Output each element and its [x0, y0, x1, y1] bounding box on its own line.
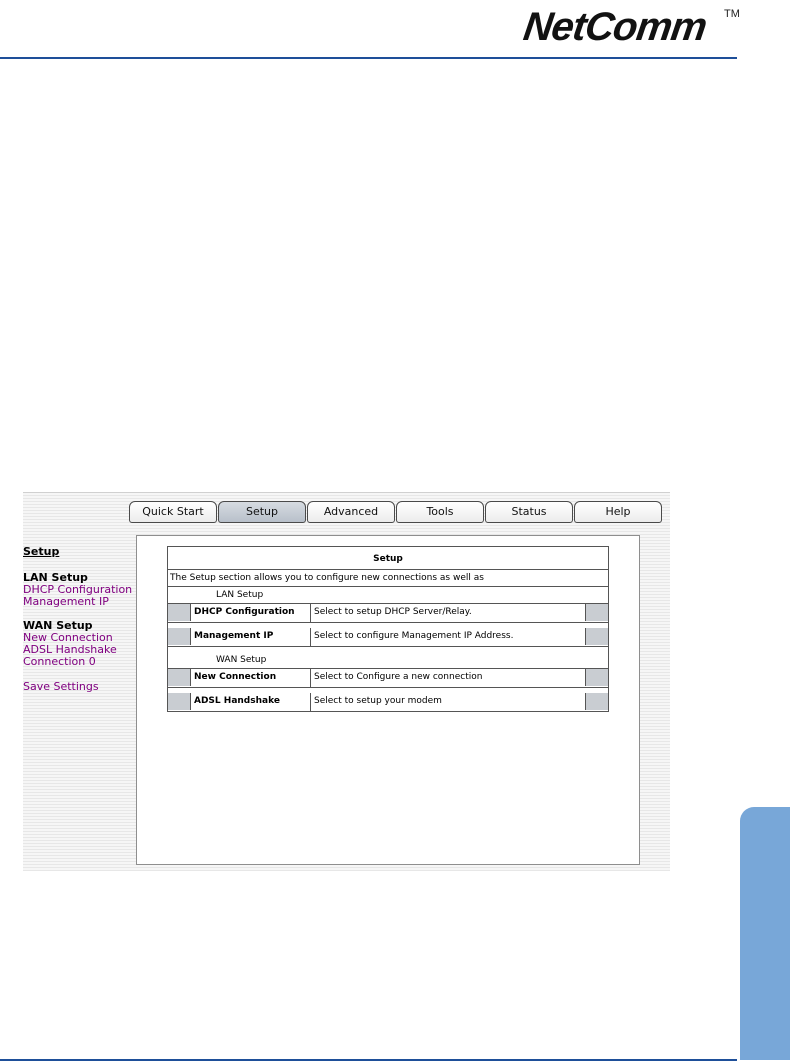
- table-title: Setup: [167, 546, 609, 570]
- tab-tools[interactable]: Tools: [396, 501, 484, 523]
- main-tab-bar: Quick Start Setup Advanced Tools Status …: [129, 501, 663, 523]
- row-marker-right: [585, 628, 608, 645]
- tab-setup[interactable]: Setup: [218, 501, 306, 523]
- table-row-management-ip[interactable]: Management IP Select to configure Manage…: [167, 628, 609, 647]
- row-label[interactable]: Management IP: [191, 628, 311, 646]
- trademark-symbol: TM: [724, 8, 740, 20]
- table-row-adsl-handshake[interactable]: ADSL Handshake Select to setup your mode…: [167, 693, 609, 712]
- header-rule: [0, 57, 737, 59]
- table-description: The Setup section allows you to configur…: [167, 570, 609, 587]
- row-marker-right: [585, 693, 608, 710]
- table-row-dhcp-configuration[interactable]: DHCP Configuration Select to setup DHCP …: [167, 604, 609, 623]
- row-label[interactable]: New Connection: [191, 669, 311, 687]
- sidebar-item-management-ip[interactable]: Management IP: [23, 596, 135, 608]
- row-description: Select to configure Management IP Addres…: [314, 631, 514, 641]
- sidebar-item-connection-0[interactable]: Connection 0: [23, 656, 135, 668]
- sidebar: Setup LAN Setup DHCP Configuration Manag…: [23, 545, 135, 693]
- row-description: Select to setup your modem: [314, 696, 442, 706]
- setup-table: Setup The Setup section allows you to co…: [167, 546, 609, 712]
- row-marker-right: [585, 669, 608, 686]
- row-marker-left: [168, 628, 191, 645]
- tab-advanced[interactable]: Advanced: [307, 501, 395, 523]
- sidebar-group-lan: LAN Setup DHCP Configuration Management …: [23, 572, 135, 608]
- table-row-new-connection[interactable]: New Connection Select to Configure a new…: [167, 669, 609, 688]
- footer-rule: [0, 1059, 737, 1061]
- row-marker-left: [168, 693, 191, 710]
- tab-help[interactable]: Help: [574, 501, 662, 523]
- row-marker-right: [585, 604, 608, 621]
- section-wan-setup: WAN Setup: [167, 652, 609, 669]
- section-lan-setup: LAN Setup: [167, 587, 609, 604]
- row-label[interactable]: ADSL Handshake: [191, 693, 311, 711]
- sidebar-item-save-settings[interactable]: Save Settings: [23, 680, 135, 693]
- row-marker-left: [168, 604, 191, 621]
- router-setup-screenshot: Quick Start Setup Advanced Tools Status …: [23, 492, 670, 871]
- section-side-tab: [740, 807, 790, 1060]
- logo-wordmark: NetComm: [520, 5, 709, 49]
- row-description: Select to Configure a new connection: [314, 672, 483, 682]
- netcomm-logo: NetComm: [520, 5, 709, 49]
- row-description: Select to setup DHCP Server/Relay.: [314, 607, 472, 617]
- sidebar-group-wan: WAN Setup New Connection ADSL Handshake …: [23, 620, 135, 668]
- row-marker-left: [168, 669, 191, 686]
- tab-status[interactable]: Status: [485, 501, 573, 523]
- row-label[interactable]: DHCP Configuration: [191, 604, 311, 622]
- tab-quick-start[interactable]: Quick Start: [129, 501, 217, 523]
- content-panel: Setup The Setup section allows you to co…: [136, 535, 640, 865]
- sidebar-title-setup[interactable]: Setup: [23, 545, 135, 558]
